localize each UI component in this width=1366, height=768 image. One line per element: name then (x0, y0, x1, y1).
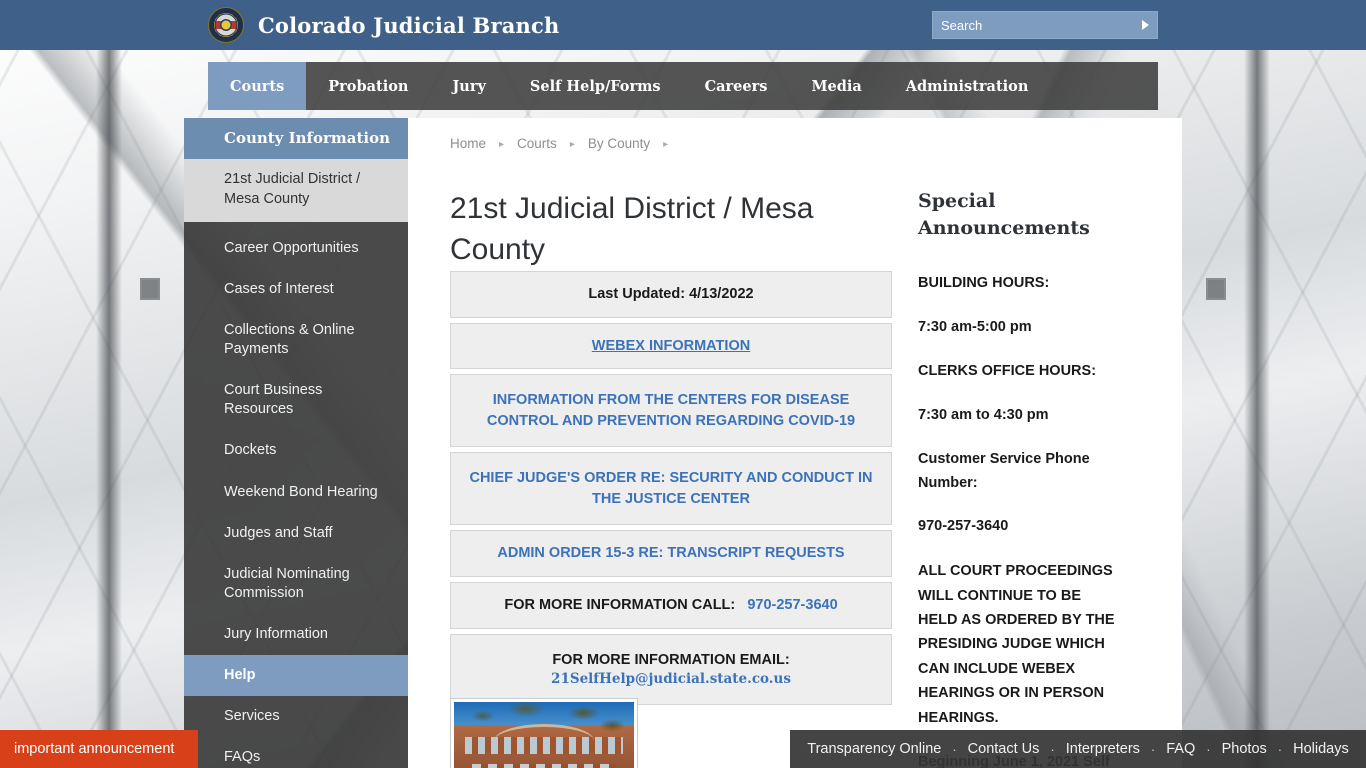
background-fixture-left (140, 278, 160, 300)
background-pillar-left (96, 50, 122, 768)
footer-bar: Transparency Online · Contact Us · Inter… (790, 730, 1366, 768)
footer-link-holidays[interactable]: Holidays (1291, 741, 1351, 757)
brand[interactable]: Colorado Judicial Branch (208, 0, 559, 50)
brand-title: Colorado Judicial Branch (258, 12, 560, 38)
nav-item-jury[interactable]: Jury (430, 62, 507, 110)
footer-link-faq[interactable]: FAQ (1164, 741, 1197, 757)
sidebar-item-judicial-nominating-commission[interactable]: Judicial Nominating Commission (184, 554, 408, 614)
footer-separator: · (1150, 741, 1156, 757)
page-title: 21st Judicial District / Mesa County (450, 192, 814, 267)
sidebar-item-faqs[interactable]: FAQs (184, 737, 408, 768)
sidebar-item-list: Career Opportunities Cases of Interest C… (184, 221, 408, 768)
special-announcements-title: Special Announcements (918, 190, 1090, 239)
breadcrumb-separator-icon: ▸ (499, 139, 505, 150)
info-box-list: Last Updated: 4/13/2022 WEBEX INFORMATIO… (450, 271, 892, 710)
footer-separator: · (1050, 741, 1055, 757)
email-label: FOR MORE INFORMATION EMAIL: (552, 651, 790, 668)
breadcrumb-item-by-county[interactable]: By County (588, 136, 650, 151)
sidebar-heading-county-information[interactable]: County Information (184, 118, 408, 159)
sidebar-item-career-opportunities[interactable]: Career Opportunities (184, 228, 408, 269)
info-box-chief-judge-order-security[interactable]: CHIEF JUDGE'S ORDER RE: SECURITY AND CON… (450, 452, 892, 526)
background-pillar-right (1244, 50, 1270, 768)
info-box-email: FOR MORE INFORMATION EMAIL: 21SelfHelp@j… (450, 633, 892, 706)
footer-separator: · (1277, 741, 1283, 757)
nav-item-self-help-forms[interactable]: Self Help/Forms (508, 62, 683, 110)
announcement-court-proceedings: ALL COURT PROCEEDINGS WILL CONTINUE TO B… (918, 563, 1115, 726)
breadcrumb: Home ▸ Courts ▸ By County ▸ (450, 136, 681, 151)
email-address-link[interactable]: 21SelfHelp@judicial.state.co.us (465, 670, 877, 689)
search-submit-icon[interactable] (1133, 12, 1157, 38)
search-input[interactable] (933, 17, 1133, 33)
sidebar-item-collections-online-payments[interactable]: Collections & Online Payments (184, 310, 408, 370)
sidebar-item-weekend-bond-hearing[interactable]: Weekend Bond Hearing (184, 472, 408, 513)
announcement-customer-service-phone: 970-257-3640 (918, 518, 1009, 535)
sidebar-item-current-district[interactable]: 21st Judicial District / Mesa County (184, 158, 408, 222)
sidebar-item-help[interactable]: Help (184, 655, 408, 697)
footer-link-interpreters[interactable]: Interpreters (1064, 741, 1142, 757)
sidebar-item-dockets[interactable]: Dockets (184, 430, 408, 471)
phone-number-link[interactable]: 970-257-3640 (747, 597, 837, 613)
breadcrumb-item-home[interactable]: Home (450, 136, 486, 151)
special-announcements-panel: Special Announcements BUILDING HOURS: 7:… (918, 188, 1118, 768)
main-navigation: Courts Probation Jury Self Help/Forms Ca… (208, 62, 1158, 110)
courthouse-photo-image (454, 702, 634, 768)
info-box-webex-information[interactable]: WEBEX INFORMATION (450, 322, 892, 370)
info-box-admin-order-transcript-requests[interactable]: ADMIN ORDER 15-3 RE: TRANSCRIPT REQUESTS (450, 530, 892, 578)
breadcrumb-separator-icon: ▸ (663, 139, 669, 150)
nav-item-probation[interactable]: Probation (306, 62, 430, 110)
footer-link-contact-us[interactable]: Contact Us (966, 741, 1042, 757)
nav-item-media[interactable]: Media (789, 62, 883, 110)
courthouse-photo[interactable] (450, 698, 638, 768)
sidebar-item-court-business-resources[interactable]: Court Business Resources (184, 370, 408, 430)
top-header-bar: Colorado Judicial Branch (0, 0, 1366, 50)
announcement-customer-service-label: Customer Service Phone Number: (918, 450, 1090, 491)
left-sidebar: County Information 21st Judicial Distric… (184, 118, 408, 768)
photo-foliage (454, 702, 634, 768)
announcement-building-hours-label: BUILDING HOURS: (918, 274, 1050, 291)
nav-item-administration[interactable]: Administration (884, 62, 1051, 110)
nav-item-careers[interactable]: Careers (683, 62, 790, 110)
search-box[interactable] (932, 11, 1158, 39)
announcement-building-hours-value: 7:30 am-5:00 pm (918, 318, 1032, 335)
phone-label: FOR MORE INFORMATION CALL: (504, 597, 736, 614)
info-box-cdc-covid-information[interactable]: INFORMATION FROM THE CENTERS FOR DISEASE… (450, 374, 892, 448)
important-announcement-tab[interactable]: important announcement (0, 730, 198, 768)
footer-separator: · (1206, 741, 1211, 757)
webex-information-link[interactable]: WEBEX INFORMATION (592, 338, 750, 354)
sidebar-item-jury-information[interactable]: Jury Information (184, 614, 408, 655)
footer-link-photos[interactable]: Photos (1220, 741, 1269, 757)
footer-separator: · (952, 741, 957, 757)
nav-item-courts[interactable]: Courts (208, 62, 307, 110)
info-box-phone: FOR MORE INFORMATION CALL: 970-257-3640 (450, 582, 892, 629)
colorado-courts-seal-icon (208, 7, 244, 43)
sidebar-item-cases-of-interest[interactable]: Cases of Interest (184, 269, 408, 310)
announcement-clerks-hours-value: 7:30 am to 4:30 pm (918, 406, 1049, 423)
footer-link-transparency-online[interactable]: Transparency Online (805, 741, 943, 757)
announcement-clerks-hours-label: CLERKS OFFICE HOURS: (918, 362, 1097, 379)
breadcrumb-item-courts[interactable]: Courts (517, 136, 557, 151)
breadcrumb-separator-icon: ▸ (569, 139, 575, 150)
info-box-last-updated: Last Updated: 4/13/2022 (450, 271, 892, 318)
sidebar-item-services[interactable]: Services (184, 696, 408, 737)
background-fixture-right (1206, 278, 1226, 300)
sidebar-item-judges-and-staff[interactable]: Judges and Staff (184, 513, 408, 554)
